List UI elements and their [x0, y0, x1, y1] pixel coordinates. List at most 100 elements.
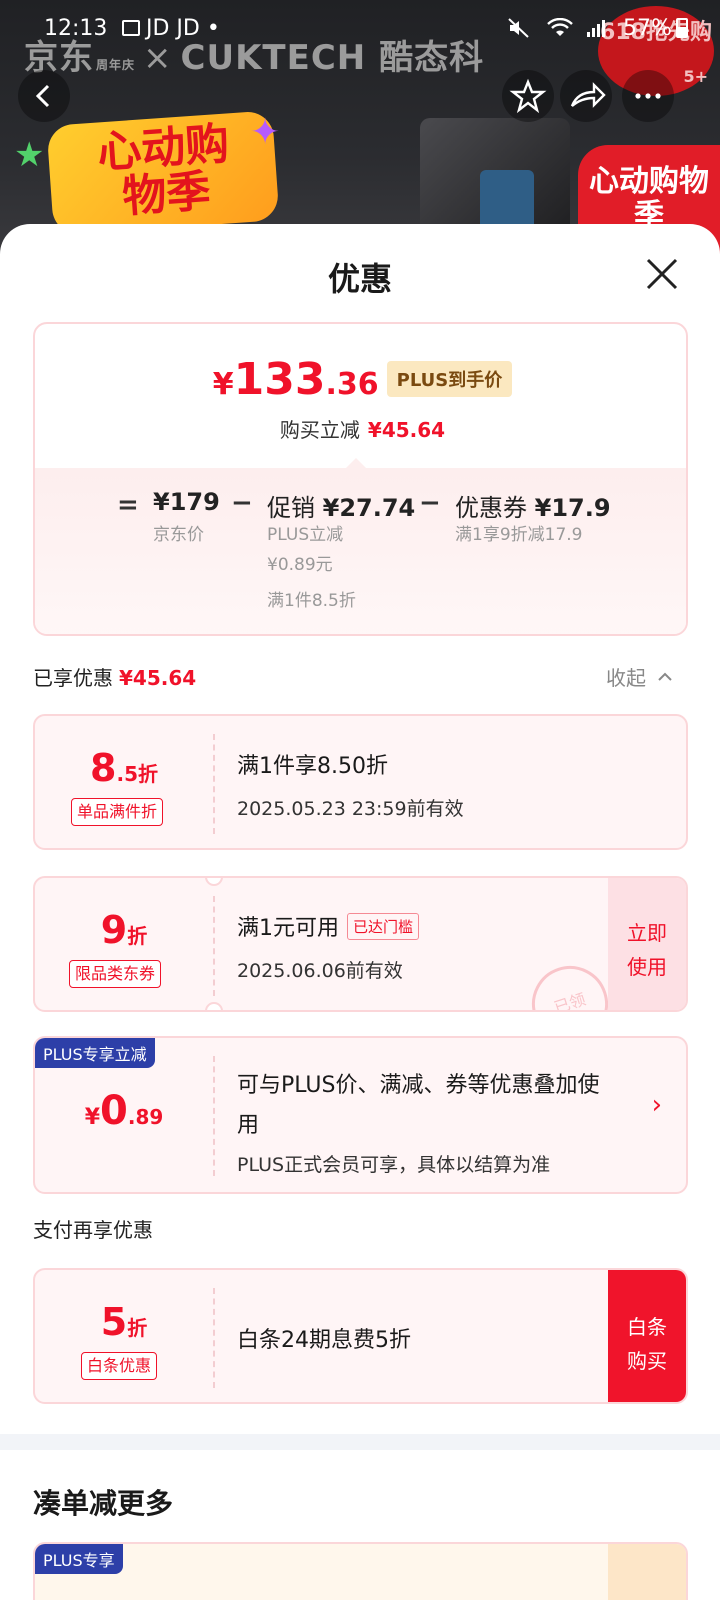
mute-icon	[508, 18, 529, 38]
discount-value: 8.5折	[35, 746, 213, 790]
coupon-condition-text: 满1元可用	[237, 916, 339, 941]
baitiao-big: 5	[100, 1300, 128, 1344]
enjoyed-label: 已享优惠	[33, 666, 113, 690]
baitiao-buy-button[interactable]: 白条 购买	[608, 1270, 686, 1402]
baitiao-discount-card: 5折 白条优惠 白条24期息费5折 白条 购买	[33, 1268, 688, 1404]
coupon-value: ¥17.9	[534, 494, 611, 522]
claimed-stamp: 已领	[522, 956, 618, 1010]
plus-value: ¥0.89	[35, 1088, 213, 1134]
plus-dec: .89	[127, 1105, 164, 1129]
plus-corner-label: PLUS专享立减	[35, 1038, 155, 1068]
plus-price-tag: PLUS到手价	[386, 361, 513, 397]
discount-sheet: 优惠 ¥133.36 PLUS到手价 购买立减 ¥45.64 = ¥179 京东价 …	[0, 224, 720, 1600]
final-price: ¥133.36 PLUS到手价	[35, 354, 686, 405]
jd-price: ¥179	[153, 488, 220, 516]
coupon-small: 折	[127, 924, 148, 948]
pay-section-label: 支付再享优惠	[33, 1218, 153, 1242]
plus-int: 0	[100, 1088, 128, 1134]
coupon-card-category: 9折 限品类东券 满1元可用 已达门槛 2025.06.06前有效 已领 立即 使…	[33, 876, 688, 1012]
baitiao-buy-line1: 白条	[627, 1315, 667, 1339]
discount-validity: 2025.05.23 23:59前有效	[237, 798, 464, 820]
chevron-right-icon: ›	[651, 1090, 662, 1120]
enjoyed-value: ¥45.64	[119, 666, 197, 690]
coupon-sub: 满1享9折减17.9	[455, 525, 583, 545]
status-dot: •	[206, 16, 220, 41]
bundle-action-area	[608, 1544, 686, 1600]
share-button[interactable]	[560, 70, 612, 122]
reduction-label: 购买立减	[279, 418, 360, 442]
more-dots-icon	[635, 93, 661, 99]
use-now-line1: 立即	[627, 921, 667, 945]
use-now-button[interactable]: 立即 使用	[608, 878, 686, 1010]
promo-title: 心动购物季	[95, 118, 231, 223]
baitiao-description: 白条24期息费5折	[237, 1328, 411, 1353]
threshold-reached-tag: 已达门槛	[347, 913, 420, 940]
collapse-button[interactable]: 收起	[606, 662, 674, 691]
minus-sign-1: −	[231, 488, 253, 518]
total-reduction: 购买立减 ¥45.64	[35, 414, 686, 443]
coupon-divider	[213, 1288, 215, 1388]
reduction-value: ¥45.64	[367, 418, 446, 442]
promo-breakdown: 促销 ¥27.74	[267, 488, 415, 523]
presale-badge-count: 5+	[683, 67, 708, 86]
close-button[interactable]	[640, 252, 684, 296]
promo-value: ¥27.74	[322, 494, 416, 522]
price-summary-card: ¥133.36 PLUS到手价 购买立减 ¥45.64 = ¥179 京东价 − 促…	[33, 322, 688, 636]
equals-sign: =	[117, 490, 139, 520]
more-button[interactable]	[622, 70, 674, 122]
discount-big: 8	[90, 746, 117, 790]
battery-icon	[675, 18, 688, 38]
coupon-big: 9	[100, 908, 128, 952]
coupon-divider	[213, 1056, 215, 1176]
price-decimal: .36	[325, 367, 379, 402]
discount-small: .5折	[116, 762, 158, 786]
battery-percent: 57%	[623, 16, 672, 41]
status-notifications: JD JD •	[122, 16, 220, 41]
promo-sub-plus-amount: ¥0.89元	[267, 555, 333, 575]
share-icon	[570, 82, 606, 108]
jd-price-value: ¥179	[153, 488, 220, 516]
coupon-value: 9折	[35, 908, 213, 952]
enjoyed-discounts-label: 已享优惠 ¥45.64	[33, 662, 196, 691]
coupon-value-area: 9折 限品类东券	[35, 878, 213, 1010]
status-system-icons: 57%	[508, 16, 688, 41]
price-currency: ¥	[212, 367, 234, 402]
promo-sub-discount: 满1件8.5折	[267, 591, 356, 611]
coupon-label: 优惠券	[455, 494, 527, 522]
promo-sub-plus: PLUS立减	[267, 525, 344, 545]
plus-discount-card[interactable]: PLUS专享立减 ¥0.89 可与PLUS价、满减、券等优惠叠加使用 PLUS正…	[33, 1036, 688, 1194]
baitiao-small: 折	[127, 1316, 148, 1340]
plus-description: 可与PLUS价、满减、券等优惠叠加使用	[237, 1073, 600, 1138]
peek-plus-corner: PLUS专享	[35, 1544, 123, 1574]
bundle-card[interactable]: PLUS专享	[33, 1542, 688, 1600]
baitiao-value-area: 5折 白条优惠	[35, 1270, 213, 1402]
coupon-divider	[213, 896, 215, 996]
baitiao-tag: 白条优惠	[81, 1352, 158, 1380]
signal-icon	[587, 20, 605, 37]
price-integer: 133	[233, 354, 326, 405]
status-time: 12:13	[44, 16, 108, 41]
coupon-type-tag: 限品类东券	[69, 960, 162, 988]
favorite-button[interactable]	[502, 70, 554, 122]
jd-price-label: 京东价	[153, 525, 204, 545]
minus-sign-2: −	[419, 488, 441, 518]
back-button[interactable]	[18, 70, 70, 122]
gallery-icon	[122, 20, 140, 36]
discount-condition: 满1件享8.50折	[237, 754, 388, 779]
promo-graphic: 心动购物季	[46, 110, 280, 236]
coupon-validity: 2025.06.06前有效	[237, 960, 403, 982]
collapse-label: 收起	[606, 666, 646, 690]
discount-type-tag: 单品满件折	[71, 798, 164, 826]
status-app-label: JD JD	[146, 16, 200, 41]
app-root: 京东 周年庆 × CUKTECH 酷态科 ★ 心动购物季 ✦ 心动购物季 618抢先购…	[0, 0, 720, 1600]
sparkle-decoration-icon: ✦	[250, 112, 281, 153]
coupon-divider	[213, 734, 215, 834]
plus-note: PLUS正式会员可享，具体以结算为准	[237, 1154, 551, 1176]
price-breakdown: = ¥179 京东价 − 促销 ¥27.74 PLUS立减 ¥0.89元 满1件…	[35, 468, 686, 634]
star-outline-icon	[509, 78, 547, 114]
brand-anniv-text: 周年庆	[96, 58, 136, 72]
discount-card-item-discount: 8.5折 单品满件折 满1件享8.50折 2025.05.23 23:59前有效	[33, 714, 688, 850]
wifi-icon	[547, 17, 573, 36]
chevron-up-icon	[658, 672, 673, 681]
discount-value-area: 8.5折 单品满件折	[35, 716, 213, 848]
